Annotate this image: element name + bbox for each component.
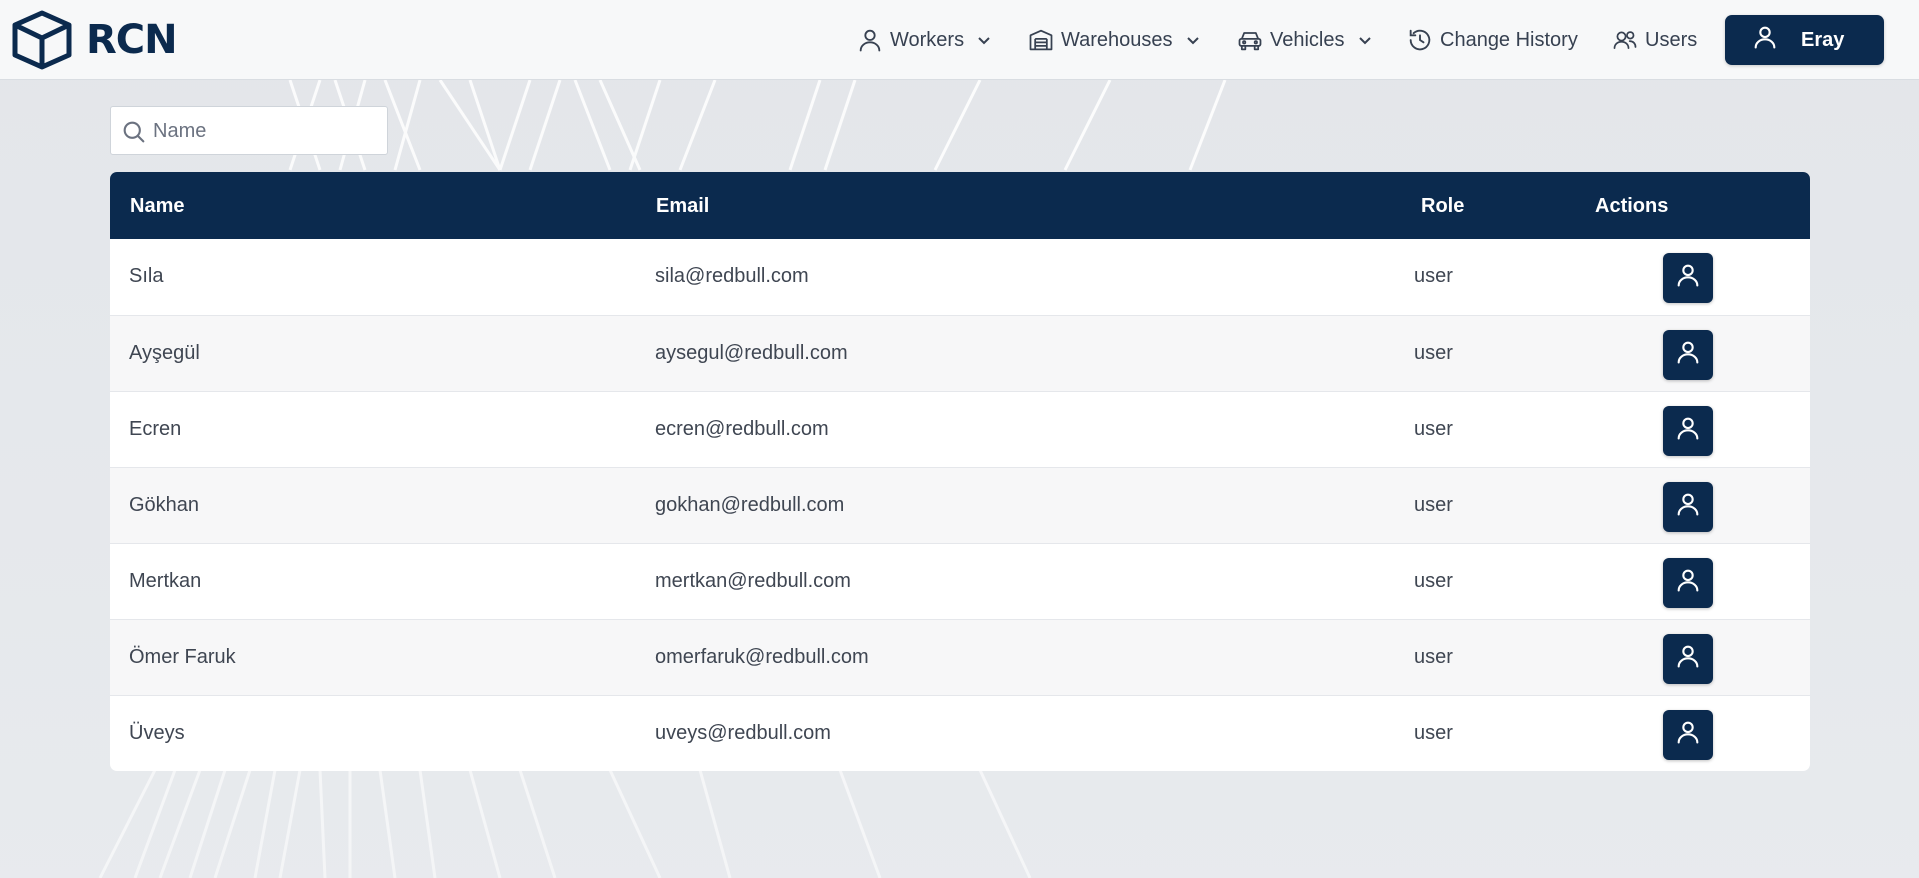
cube-icon	[12, 10, 72, 70]
account-name: Eray	[1801, 28, 1845, 51]
table-body: Sıla sila@redbull.com user Ayşegül aysegul@r…	[110, 239, 1810, 771]
user-role-cell: user	[1414, 265, 1453, 287]
user-role-cell: user	[1414, 646, 1453, 668]
user-profile-button[interactable]	[1663, 406, 1713, 456]
user-email-cell: mertkan@redbull.com	[655, 570, 851, 592]
person-icon	[1674, 414, 1702, 448]
nav-workers[interactable]: Workers	[856, 24, 992, 56]
chevron-down-icon	[1357, 32, 1373, 48]
nav-workers-label: Workers	[890, 28, 965, 51]
user-profile-button[interactable]	[1663, 634, 1713, 684]
user-name-cell: Mertkan	[129, 570, 202, 592]
user-email-cell: omerfaruk@redbull.com	[655, 646, 869, 668]
person-icon	[1674, 642, 1702, 676]
brand-logo[interactable]: RCN	[10, 9, 178, 71]
user-email-cell: uveys@redbull.com	[655, 722, 831, 744]
user-profile-button[interactable]	[1663, 253, 1713, 303]
top-navbar: RCN Workers Warehouses Vehicles Change H…	[0, 0, 1919, 80]
user-role-cell: user	[1414, 570, 1453, 592]
nav-vehicles[interactable]: Vehicles	[1236, 24, 1373, 56]
user-name-cell: Ecren	[129, 418, 182, 440]
user-role-cell: user	[1414, 494, 1453, 516]
search-box	[110, 106, 388, 155]
user-role-cell: user	[1414, 418, 1453, 440]
column-header-role[interactable]: Role	[1421, 195, 1464, 218]
person-icon	[1674, 490, 1702, 524]
user-profile-button[interactable]	[1663, 482, 1713, 532]
column-header-email[interactable]: Email	[656, 195, 709, 218]
nav-warehouses[interactable]: Warehouses	[1027, 24, 1201, 56]
table-row[interactable]: Gökhan gokhan@redbull.com user	[110, 467, 1810, 543]
person-icon	[856, 26, 884, 54]
user-email-cell: ecren@redbull.com	[655, 418, 829, 440]
warehouse-icon	[1027, 26, 1055, 54]
users-table: Name Email Role Actions Sıla sila@redbull…	[110, 172, 1810, 771]
nav-change-history-label: Change History	[1440, 28, 1578, 51]
column-header-actions: Actions	[1595, 195, 1669, 217]
person-icon	[1674, 261, 1702, 295]
chevron-down-icon	[976, 32, 992, 48]
nav-warehouses-label: Warehouses	[1061, 28, 1173, 51]
user-profile-button[interactable]	[1663, 558, 1713, 608]
nav-change-history[interactable]: Change History	[1406, 24, 1578, 56]
search-input[interactable]	[151, 115, 380, 147]
user-role-cell: user	[1414, 722, 1453, 744]
users-icon	[1611, 26, 1639, 54]
user-name-cell: Ayşegül	[129, 342, 200, 364]
nav-users[interactable]: Users	[1611, 24, 1697, 56]
table-row[interactable]: Ömer Faruk omerfaruk@redbull.com user	[110, 619, 1810, 695]
brand-name: RCN	[86, 17, 178, 63]
user-profile-button[interactable]	[1663, 710, 1713, 760]
nav-users-label: Users	[1645, 28, 1698, 51]
table-row[interactable]: Üveys uveys@redbull.com user	[110, 695, 1810, 771]
person-icon	[1674, 718, 1702, 752]
user-email-cell: aysegul@redbull.com	[655, 342, 848, 364]
person-icon	[1751, 23, 1779, 57]
user-name-cell: Üveys	[129, 722, 185, 744]
user-name-cell: Gökhan	[129, 494, 200, 516]
table-row[interactable]: Sıla sila@redbull.com user	[110, 239, 1810, 315]
nav-vehicles-label: Vehicles	[1270, 28, 1345, 51]
table-row[interactable]: Ecren ecren@redbull.com user	[110, 391, 1810, 467]
table-row[interactable]: Mertkan mertkan@redbull.com user	[110, 543, 1810, 619]
car-icon	[1236, 26, 1264, 54]
user-name-cell: Sıla	[129, 265, 164, 287]
user-email-cell: sila@redbull.com	[655, 265, 809, 287]
table-header: Name Email Role Actions	[110, 172, 1810, 239]
column-header-name[interactable]: Name	[130, 195, 184, 218]
person-icon	[1674, 338, 1702, 372]
search-icon	[120, 118, 148, 151]
user-profile-button[interactable]	[1663, 330, 1713, 380]
account-menu-button[interactable]: Eray	[1725, 15, 1884, 65]
user-role-cell: user	[1414, 342, 1453, 364]
history-icon	[1406, 26, 1434, 54]
user-name-cell: Ömer Faruk	[129, 646, 236, 668]
user-email-cell: gokhan@redbull.com	[655, 494, 845, 516]
person-icon	[1674, 566, 1702, 600]
table-row[interactable]: Ayşegül aysegul@redbull.com user	[110, 315, 1810, 391]
chevron-down-icon	[1185, 32, 1201, 48]
